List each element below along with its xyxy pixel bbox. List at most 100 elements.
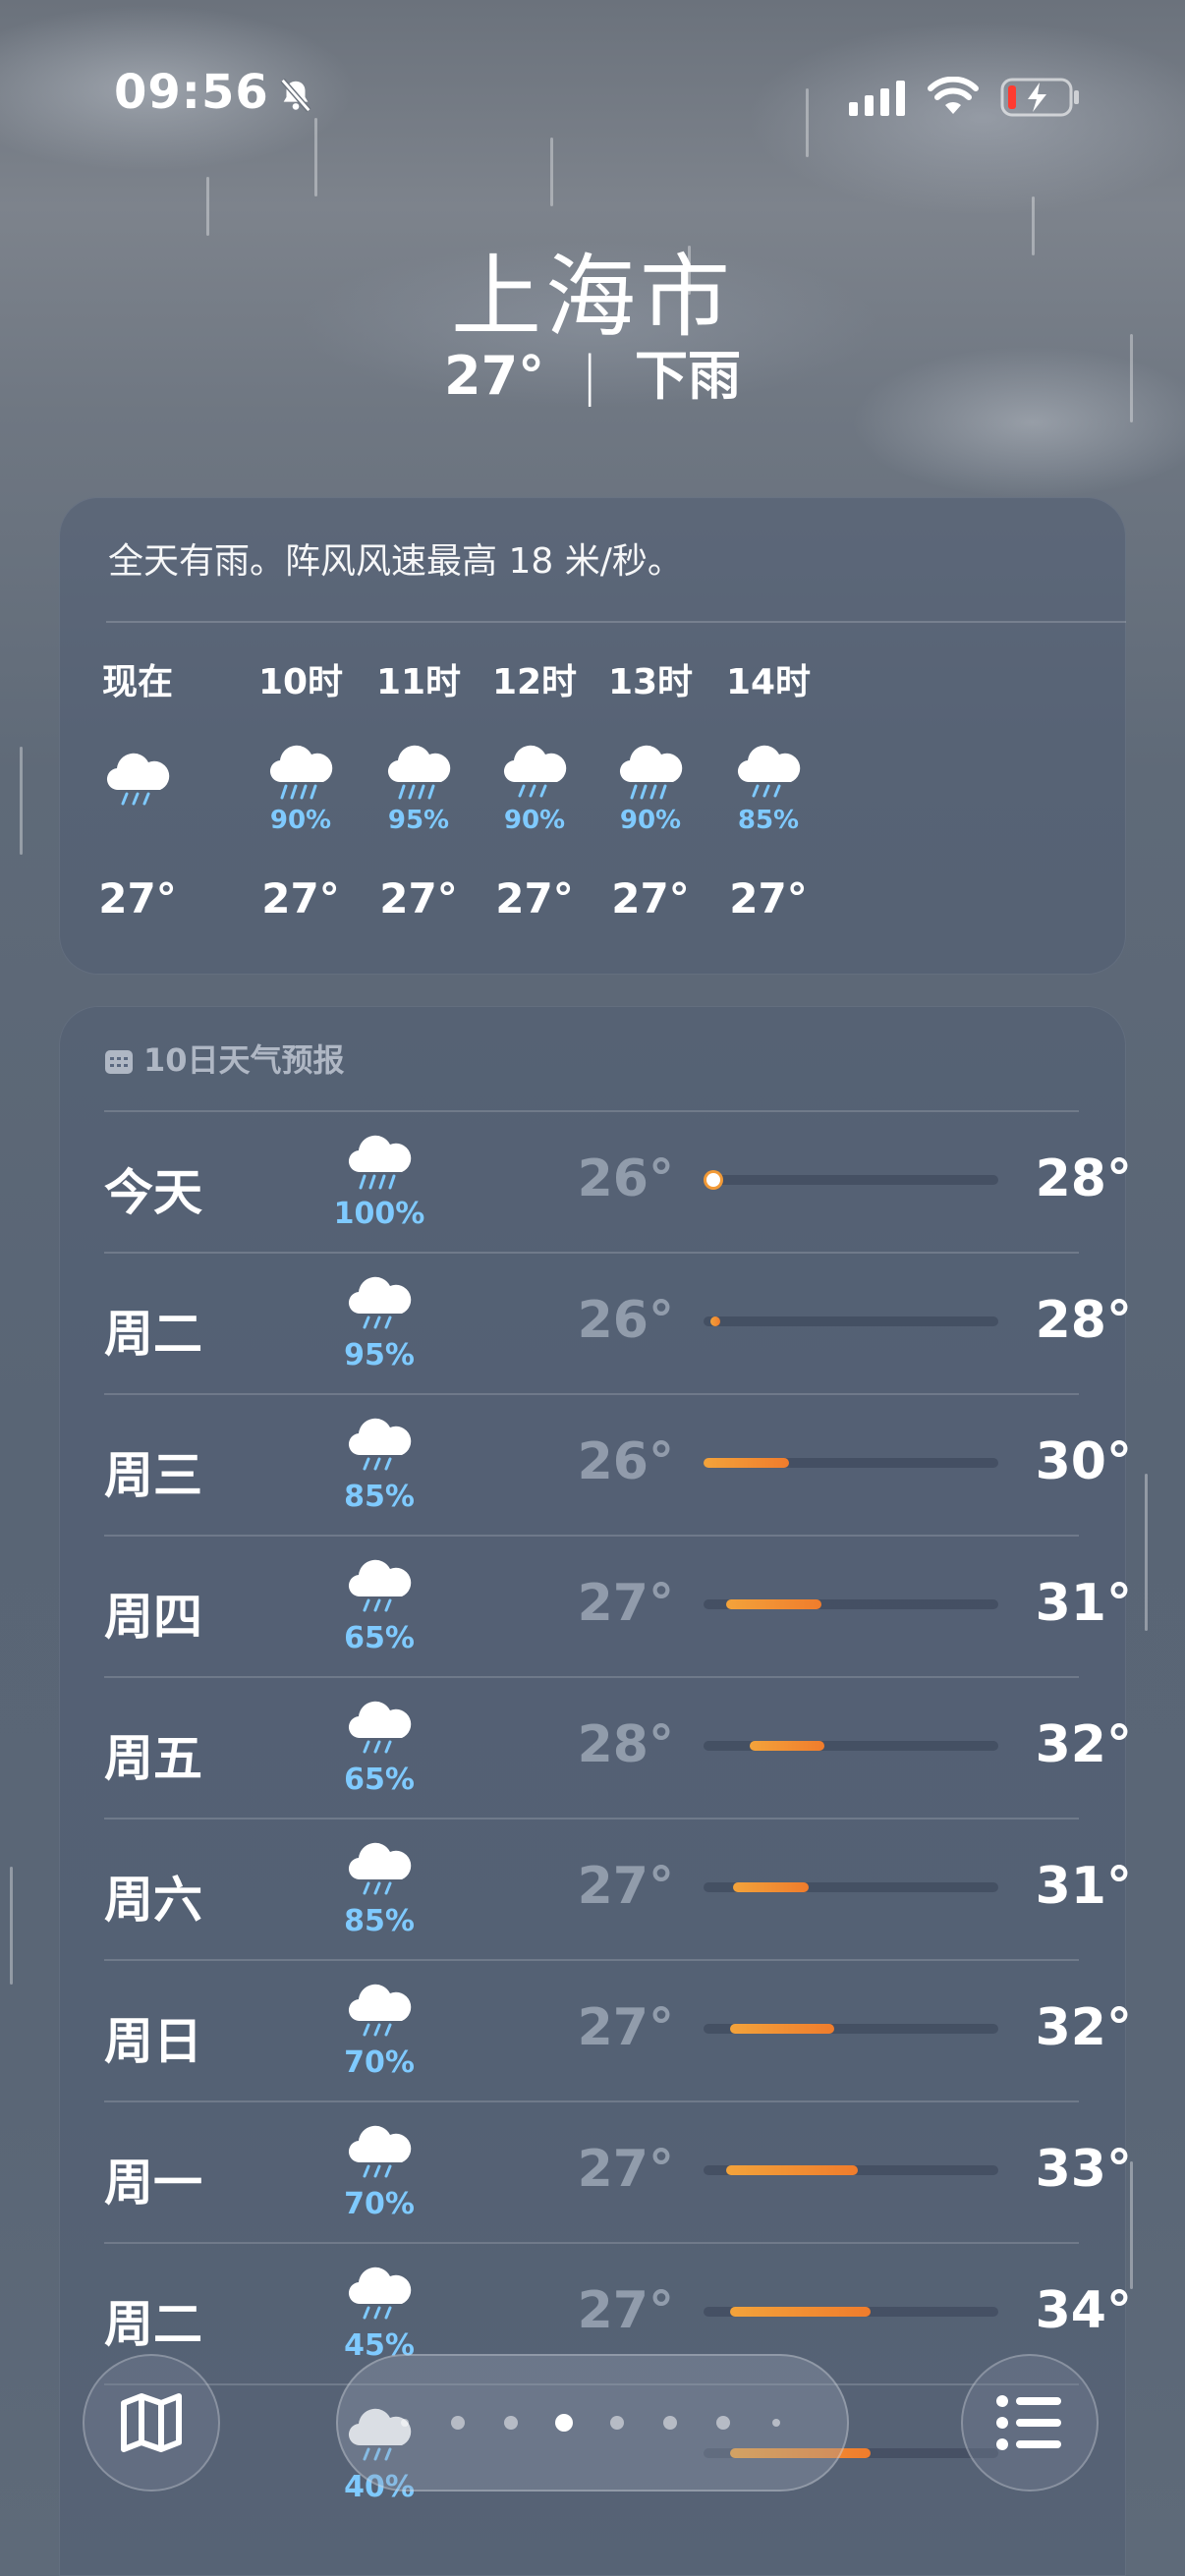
page-dot[interactable] <box>716 2416 730 2430</box>
day-low: 27° <box>577 2140 674 2199</box>
cloud-rain-icon <box>345 1271 414 1336</box>
forecast-row[interactable]: 周四 65% 27° 31° <box>104 1535 1132 1676</box>
day-low: 27° <box>577 1574 674 1633</box>
ten-day-forecast-card[interactable]: 10日天气预报 今天 100% 26° 28° 周二 95% 26° 28° 周三 85% 26° 3… <box>59 1006 1132 2576</box>
cloud-rain-icon <box>384 741 453 804</box>
hour-label: 现在 <box>101 662 173 702</box>
forecast-row[interactable]: 周二 95% 26° 28° <box>104 1252 1132 1393</box>
day-label: 周二 <box>104 2296 202 2353</box>
hour-precip: 85% <box>737 806 800 835</box>
temp-range-bar <box>704 2307 998 2317</box>
location-page-indicator[interactable] <box>336 2354 849 2492</box>
day-precip: 70% <box>344 2187 415 2221</box>
cloud-rain-icon <box>345 1979 414 2044</box>
cloud-rain-icon <box>348 1135 412 1190</box>
day-label: 周三 <box>104 1447 202 1504</box>
cloud-rain-icon <box>103 749 172 812</box>
day-high: 28° <box>1035 1149 1132 1208</box>
day-high: 33° <box>1035 2140 1132 2199</box>
row-divider <box>104 1959 1079 1961</box>
hourly-item: 现在 27° <box>49 658 226 923</box>
day-precip: 85% <box>344 1904 415 1938</box>
cellular-signal-icon <box>849 81 905 116</box>
cloud-rain-icon <box>348 1842 412 1895</box>
current-condition: 下雨 <box>634 345 741 407</box>
day-high: 31° <box>1035 1574 1132 1633</box>
page-dot-active[interactable] <box>555 2414 573 2432</box>
temp-range-fill <box>729 2024 835 2034</box>
temp-range-fill <box>726 1599 821 1609</box>
forecast-row[interactable]: 周六 85% 27° 31° <box>104 1818 1132 1959</box>
cloud-rain-icon <box>503 745 567 798</box>
temp-range-fill <box>704 1458 789 1468</box>
temp-range-bar <box>704 2165 998 2175</box>
forecast-row[interactable]: 周一 70% 27° 33° <box>104 2100 1132 2242</box>
map-button[interactable] <box>83 2354 220 2492</box>
day-high: 28° <box>1035 1291 1132 1350</box>
page-dot[interactable] <box>772 2419 780 2427</box>
day-low: 28° <box>577 1715 674 1774</box>
day-precip: 100% <box>333 1197 425 1231</box>
day-low: 27° <box>577 1998 674 2057</box>
hourly-forecast-card[interactable]: 全天有雨。阵风风速最高 18 米/秒。 现在 27° 10时 90% 27° 11时 95%… <box>59 497 1126 975</box>
temp-range-fill <box>749 1741 825 1751</box>
cloud-rain-icon <box>345 1130 414 1195</box>
forecast-row[interactable]: 周日 70% 27° 32° <box>104 1959 1132 2100</box>
rain-streak <box>1145 1474 1148 1631</box>
temp-range-bar <box>704 1173 998 1187</box>
rain-streak <box>20 747 23 855</box>
city-list-button[interactable] <box>961 2354 1099 2492</box>
temp-range-bar <box>704 1458 998 1468</box>
cloud-rain-icon <box>619 745 683 800</box>
day-precip: 65% <box>344 1763 415 1797</box>
row-divider <box>104 1110 1079 1112</box>
rain-streak <box>550 138 553 206</box>
page-dot[interactable] <box>504 2416 518 2430</box>
cloud-rain-icon <box>348 1701 412 1754</box>
hourly-list[interactable]: 现在 27° 10时 90% 27° 11时 95% 27° 12时 90% 27° 13时 90% 27… <box>59 658 1126 953</box>
cloud-rain-icon <box>345 1554 414 1619</box>
page-dot[interactable] <box>663 2416 677 2430</box>
map-icon <box>121 2393 182 2452</box>
header-separator: | <box>580 345 599 407</box>
day-label: 周五 <box>104 1730 202 1787</box>
hour-temp: 27° <box>98 874 177 923</box>
temp-range-fill <box>726 2165 858 2175</box>
day-low: 26° <box>577 1432 674 1491</box>
row-divider <box>104 1535 1079 1537</box>
forecast-row[interactable]: 今天 100% 26° 28° <box>104 1110 1132 1252</box>
day-precip: 70% <box>344 2045 415 2080</box>
cloud-rain-icon <box>348 1559 412 1612</box>
cloud-rain-icon <box>345 1837 414 1902</box>
forecast-title: 10日天气预报 <box>143 1041 345 1079</box>
hourly-item: 14时 85% 27° <box>680 658 857 923</box>
day-label: 周一 <box>104 2155 202 2212</box>
temp-range-bar <box>704 1599 998 1609</box>
page-dot[interactable] <box>451 2416 465 2430</box>
row-divider <box>104 1818 1079 1820</box>
day-low: 26° <box>577 1291 674 1350</box>
forecast-row[interactable]: 周三 85% 26° 30° <box>104 1393 1132 1535</box>
temp-range-fill <box>733 1882 809 1892</box>
row-divider <box>104 1252 1079 1254</box>
calendar-icon <box>105 1050 133 1074</box>
day-low: 26° <box>577 1149 674 1208</box>
day-label: 周四 <box>104 1589 202 1646</box>
day-label: 周二 <box>104 1306 202 1363</box>
cloud-rain-icon <box>348 1276 412 1329</box>
forecast-row[interactable]: 周五 65% 28° 32° <box>104 1676 1132 1818</box>
row-divider <box>104 2100 1079 2102</box>
day-high: 34° <box>1035 2281 1132 2340</box>
page-dot[interactable] <box>401 2419 409 2427</box>
day-precip: 85% <box>344 1480 415 1514</box>
cloud-rain-icon <box>106 753 170 806</box>
temp-range-fill <box>709 1316 720 1326</box>
hour-label: 14时 <box>725 662 812 702</box>
page-dot[interactable] <box>610 2416 624 2430</box>
day-high: 32° <box>1035 1715 1132 1774</box>
cloud-rain-icon <box>345 1696 414 1761</box>
forecast-header: 10日天气预报 <box>104 1036 345 1081</box>
wifi-icon <box>928 77 979 114</box>
day-precip: 95% <box>344 1338 415 1372</box>
hour-temp: 27° <box>729 874 808 923</box>
